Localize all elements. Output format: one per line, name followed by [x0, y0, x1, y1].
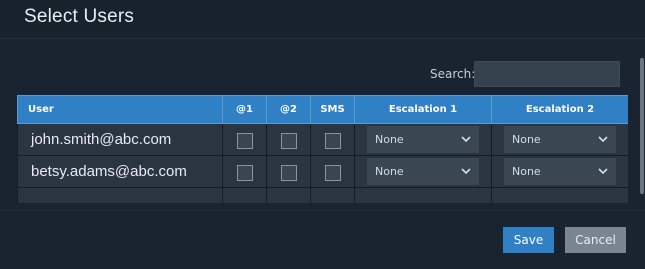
partial-cell: [222, 187, 267, 203]
dialog-header: Select Users: [0, 0, 645, 39]
dialog-title: Select Users: [24, 6, 135, 27]
search-label: Search:: [430, 67, 476, 81]
chevron-down-icon: [461, 136, 471, 143]
escalation-1-cell: None: [354, 123, 492, 156]
user-email-cell: betsy.adams@abc.com: [17, 155, 223, 188]
escalation-1-select[interactable]: None: [367, 158, 479, 185]
cancel-button[interactable]: Cancel: [565, 227, 626, 253]
escalation-2-select[interactable]: None: [504, 126, 616, 153]
partial-cell: [266, 187, 311, 203]
sms-checkbox[interactable]: [324, 132, 341, 149]
user-email-cell: john.smith@abc.com: [17, 123, 223, 156]
escalation-1-cell: None: [354, 155, 492, 188]
column-header-escalation-2[interactable]: Escalation 2: [491, 95, 628, 124]
table-row-partial: [17, 187, 628, 203]
at1-cell: [222, 123, 267, 156]
chevron-down-icon: [461, 168, 471, 175]
sms-cell: [310, 155, 355, 188]
save-button[interactable]: Save: [503, 227, 554, 253]
search-input[interactable]: [474, 61, 620, 87]
at2-checkbox[interactable]: [280, 132, 297, 149]
partial-cell: [354, 187, 492, 203]
escalation-2-cell: None: [491, 123, 628, 156]
sms-cell: [310, 123, 355, 156]
chevron-down-icon: [598, 136, 608, 143]
scrollbar-thumb[interactable]: [640, 58, 644, 194]
escalation-2-value: None: [512, 133, 541, 146]
users-table: User @1 @2 SMS Escalation 1 Escalation 2…: [17, 95, 628, 203]
sms-checkbox[interactable]: [324, 164, 341, 181]
at1-cell: [222, 155, 267, 188]
escalation-1-value: None: [375, 133, 404, 146]
partial-cell: [491, 187, 628, 203]
partial-cell: [17, 187, 223, 203]
escalation-2-value: None: [512, 165, 541, 178]
escalation-2-select[interactable]: None: [504, 158, 616, 185]
table-header-row: User @1 @2 SMS Escalation 1 Escalation 2: [17, 95, 628, 124]
escalation-1-value: None: [375, 165, 404, 178]
chevron-down-icon: [598, 168, 608, 175]
partial-cell: [310, 187, 355, 203]
table-row: john.smith@abc.com None None: [17, 123, 628, 156]
column-header-user[interactable]: User: [17, 95, 223, 124]
column-header-escalation-1[interactable]: Escalation 1: [354, 95, 492, 124]
column-header-sms[interactable]: SMS: [310, 95, 355, 124]
at2-checkbox[interactable]: [280, 164, 297, 181]
at2-cell: [266, 123, 311, 156]
select-users-dialog: Select Users Search: User @1 @2 SMS Esca…: [0, 0, 645, 269]
column-header-at2[interactable]: @2: [266, 95, 311, 124]
footer-divider: [0, 210, 645, 211]
at2-cell: [266, 155, 311, 188]
table-row: betsy.adams@abc.com None None: [17, 155, 628, 188]
users-table-container: User @1 @2 SMS Escalation 1 Escalation 2…: [17, 95, 628, 203]
at1-checkbox[interactable]: [236, 132, 253, 149]
escalation-2-cell: None: [491, 155, 628, 188]
column-header-at1[interactable]: @1: [222, 95, 267, 124]
at1-checkbox[interactable]: [236, 164, 253, 181]
escalation-1-select[interactable]: None: [367, 126, 479, 153]
